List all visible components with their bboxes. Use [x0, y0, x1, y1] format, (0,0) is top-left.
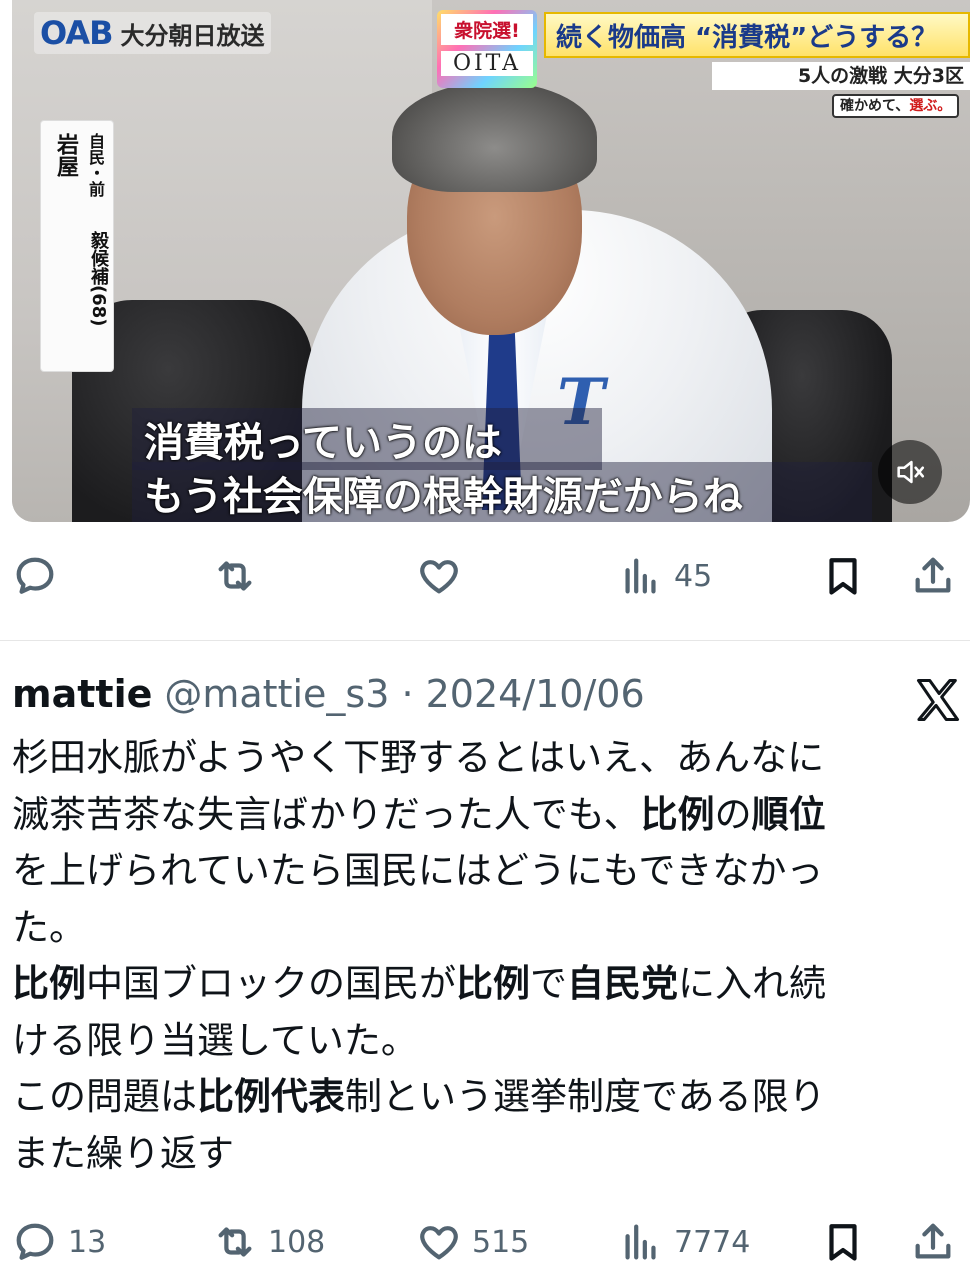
tweet-text-run: た。 — [12, 905, 86, 949]
tweet-text-bold: 自民党 — [567, 962, 678, 1005]
video-caption-line: 消費税っていうのは — [132, 408, 602, 470]
video-person-hair — [392, 82, 597, 192]
candidate-given-name: 毅候補(68) — [88, 231, 109, 327]
views-stat[interactable]: 7774 — [618, 1219, 750, 1265]
tweet-text-line: を上げられていたら国民にはどうにもできなかっ — [12, 843, 942, 900]
like-button[interactable] — [416, 553, 462, 599]
candidate-nameplate: 自民・前 岩屋 毅候補(68) — [40, 120, 114, 372]
reply-button[interactable] — [12, 553, 58, 599]
heart-icon — [420, 1226, 458, 1260]
views-count: 7774 — [674, 1224, 751, 1260]
broadcaster-logo: OAB 大分朝日放送 — [34, 12, 271, 54]
video-player[interactable]: T OAB 大分朝日放送 衆院選! OITA 続く物価高 “消費税”どうする？ … — [12, 0, 970, 522]
reply-icon — [16, 557, 54, 594]
retweet-icon — [218, 1227, 252, 1257]
tweet-text-run: 杉田水脈がようやく下野するとはいえ、あんなに — [12, 736, 825, 779]
slogan-text: 確かめて、 — [840, 98, 910, 114]
tweet-text-bold: 比例代表 — [197, 1075, 345, 1118]
tweet-text-bold: 比例 — [456, 962, 530, 1005]
tweet-text-run: また繰り返す — [12, 1131, 234, 1175]
tweet-text-run: を上げられていたら国民にはどうにもできなかっ — [12, 849, 824, 892]
candidate-surname: 岩屋 — [53, 133, 78, 177]
tweet-text-line: た。 — [12, 900, 942, 957]
news-slogan: 確かめて、選ぶ。 — [832, 94, 960, 118]
share-button[interactable] — [910, 553, 956, 599]
tweet-text-bold: 比例 — [640, 792, 715, 836]
speaker-muted-icon — [897, 460, 925, 484]
bookmark-icon — [829, 558, 857, 595]
tweet-text-run: で — [530, 962, 567, 1005]
bar-chart-icon — [625, 1224, 656, 1260]
mute-button[interactable] — [878, 440, 942, 504]
author-handle-date: @mattie_s3 · 2024/10/06 — [164, 672, 645, 716]
heart-icon — [420, 560, 458, 594]
tweet-text-run: の — [714, 792, 752, 836]
reply-count: 13 — [68, 1224, 107, 1260]
broadcaster-mark: OAB — [40, 14, 113, 52]
author-display-name[interactable]: mattie — [12, 672, 152, 716]
candidate-party: 自民・前 — [86, 133, 105, 197]
share-icon — [915, 557, 951, 593]
tweet-text-line: 比例中国ブロックの国民が比例で自民党に入れ続 — [12, 956, 942, 1013]
region-tag: OITA — [441, 51, 533, 76]
reply-button[interactable]: 13 — [12, 1219, 106, 1265]
retweet-button[interactable]: 108 — [212, 1219, 325, 1265]
tweet-text-run: に入れ続 — [678, 962, 826, 1005]
tweet-text-line: また繰り返す — [12, 1126, 942, 1183]
bookmark-button[interactable] — [820, 1219, 866, 1265]
tweet-text-bold: 比例 — [12, 962, 86, 1005]
slogan-emphasis: 選ぶ。 — [909, 98, 952, 114]
views-count: 45 — [674, 558, 713, 594]
tweet-text: 杉田水脈がようやく下野するとはいえ、あんなに 滅茶苦茶な失言ばかりだった人でも、比… — [12, 730, 942, 1182]
like-button[interactable]: 515 — [416, 1219, 529, 1265]
tweet-text-line: 滅茶苦茶な失言ばかりだった人でも、比例の順位 — [12, 787, 942, 844]
x-logo-icon — [916, 678, 960, 722]
views-stat[interactable]: 45 — [618, 553, 712, 599]
share-button[interactable] — [910, 1219, 956, 1265]
retweet-button[interactable] — [212, 553, 258, 599]
tweet-text-line: 杉田水脈がようやく下野するとはいえ、あんなに — [12, 730, 942, 787]
tweet-text-run: 中国ブロックの国民が — [86, 962, 456, 1005]
tweet-text-run: この問題は — [12, 1075, 197, 1118]
retweet-count: 108 — [268, 1224, 326, 1260]
bookmark-button[interactable] — [820, 553, 866, 599]
bookmark-icon — [829, 1224, 857, 1261]
tweet-text-run: 滅茶苦茶な失言ばかりだった人でも、 — [12, 792, 641, 836]
retweet-icon — [218, 561, 252, 591]
news-headline: 続く物価高 “消費税”どうする？ — [544, 12, 970, 58]
like-count: 515 — [472, 1224, 530, 1260]
video-caption-line: もう社会保障の根幹財源だからね — [132, 462, 872, 522]
tweet-action-bar: 13 108 515 7774 — [12, 1212, 958, 1265]
news-subheadline: 5人の激戦 大分3区 — [712, 62, 970, 90]
tweet-text-line: この問題は比例代表制という選挙制度である限り — [12, 1069, 942, 1126]
tweet-text-run: ける限り当選していた。 — [12, 1018, 418, 1062]
tweet-text-bold: 順位 — [751, 792, 826, 836]
election-badge: 衆院選! OITA — [437, 10, 537, 88]
broadcaster-name: 大分朝日放送 — [120, 21, 265, 50]
tweet-text-run: 制という選挙制度である限り — [345, 1075, 826, 1118]
bar-chart-icon — [625, 558, 656, 594]
reply-icon — [16, 1223, 54, 1260]
share-icon — [915, 1223, 951, 1259]
section-divider — [0, 640, 970, 641]
video-action-bar: 45 — [12, 546, 958, 606]
election-tag: 衆院選! — [441, 14, 533, 45]
tweet-text-line: ける限り当選していた。 — [12, 1013, 942, 1070]
tweet-header: mattie @mattie_s3 · 2024/10/06 — [12, 672, 645, 716]
